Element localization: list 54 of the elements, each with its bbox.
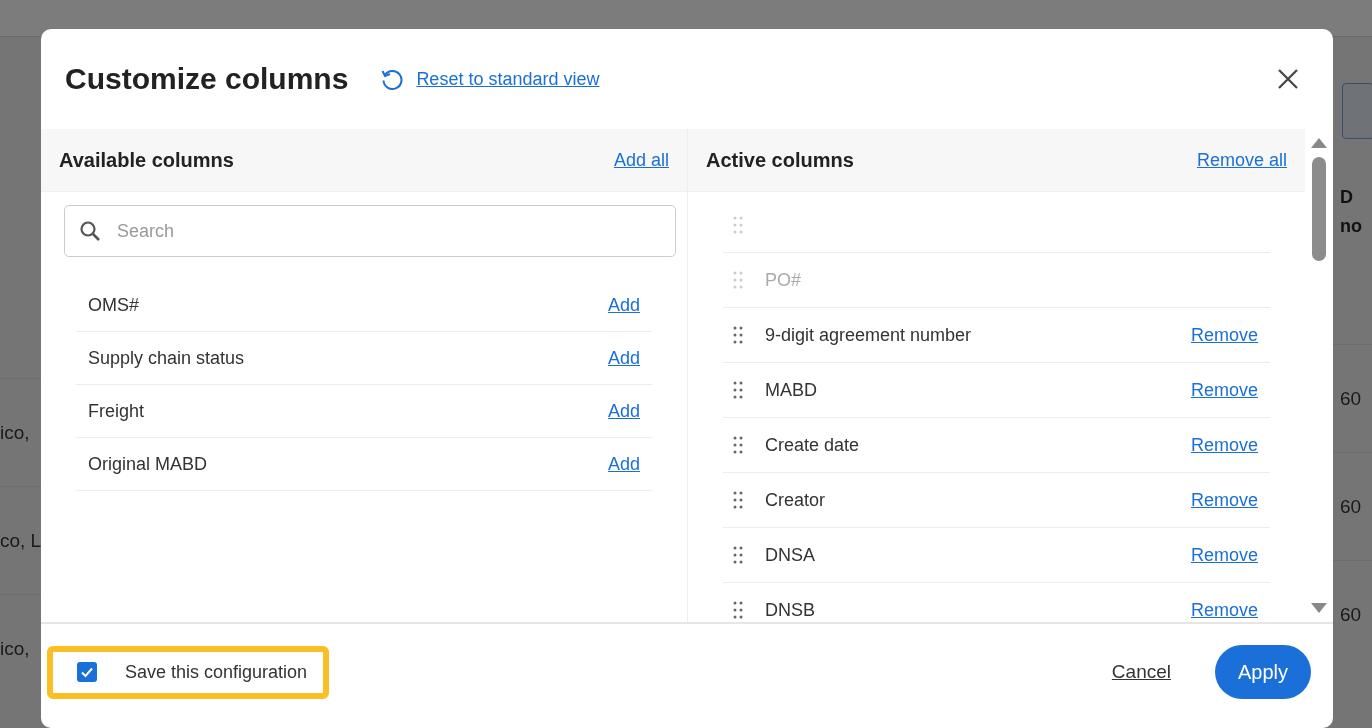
column-name: Creator xyxy=(765,489,826,511)
table-cell: ico, xyxy=(0,421,30,444)
reset-icon xyxy=(380,67,405,91)
remove-link[interactable]: Remove xyxy=(1190,544,1258,566)
table-cell: 60 xyxy=(1340,603,1362,626)
remove-link[interactable]: Remove xyxy=(1190,324,1258,346)
add-link[interactable]: Add xyxy=(607,453,640,475)
drag-handle-icon[interactable] xyxy=(733,600,743,620)
drag-handle-icon[interactable] xyxy=(733,545,743,565)
drag-handle-icon[interactable] xyxy=(733,380,743,400)
column-header: no xyxy=(1340,216,1363,237)
table-cell: co, L xyxy=(0,529,42,552)
remove-link[interactable]: Remove xyxy=(1190,489,1258,511)
table-cell: ico, xyxy=(0,637,30,660)
search-input[interactable]: Search xyxy=(115,219,661,243)
table-cell: 60 xyxy=(1340,387,1362,410)
scroll-down-icon[interactable] xyxy=(1310,602,1328,614)
search-field[interactable]: Search xyxy=(64,205,676,257)
column-name: Freight xyxy=(88,400,145,422)
column-name: DNSB xyxy=(765,599,815,621)
add-all-link[interactable]: Add all xyxy=(613,149,669,171)
drag-handle-icon xyxy=(733,270,743,290)
drag-handle-icon[interactable] xyxy=(733,490,743,510)
add-link[interactable]: Add xyxy=(607,400,640,422)
column-name: Original MABD xyxy=(88,453,208,475)
remove-link[interactable]: Remove xyxy=(1190,379,1258,401)
table-cell: 60 xyxy=(1340,495,1362,518)
column-header: D xyxy=(1340,187,1354,208)
scroll-up-icon[interactable] xyxy=(1310,137,1328,149)
column-name: Create date xyxy=(765,434,860,456)
scrollbar-thumb[interactable] xyxy=(1312,157,1326,261)
drag-handle-icon[interactable] xyxy=(733,435,743,455)
column-name: 9-digit agreement number xyxy=(765,324,972,346)
column-name: Supply chain status xyxy=(88,347,245,369)
drag-handle-icon xyxy=(733,215,743,235)
apply-button[interactable]: Apply xyxy=(1215,645,1311,699)
drag-handle-icon[interactable] xyxy=(733,325,743,345)
checkbox[interactable] xyxy=(77,662,97,682)
reset-link[interactable]: Reset to standard view xyxy=(380,67,600,91)
add-link[interactable]: Add xyxy=(607,347,640,369)
column-name: OMS# xyxy=(88,294,139,316)
remove-all-link[interactable]: Remove all xyxy=(1196,149,1287,171)
column-name: PO# xyxy=(765,269,802,291)
dialog-title: Customize columns xyxy=(65,62,349,96)
panel-heading: Active columns xyxy=(706,148,854,172)
search-icon xyxy=(79,220,101,242)
remove-link[interactable]: Remove xyxy=(1190,434,1258,456)
column-name: MABD xyxy=(765,379,817,401)
column-name: DNSA xyxy=(765,544,815,566)
save-configuration-checkbox[interactable]: Save this configuration xyxy=(77,661,308,683)
remove-link[interactable]: Remove xyxy=(1190,599,1258,621)
add-link[interactable]: Add xyxy=(607,294,640,316)
cancel-link[interactable]: Cancel xyxy=(1111,661,1171,683)
panel-heading: Available columns xyxy=(59,148,234,172)
